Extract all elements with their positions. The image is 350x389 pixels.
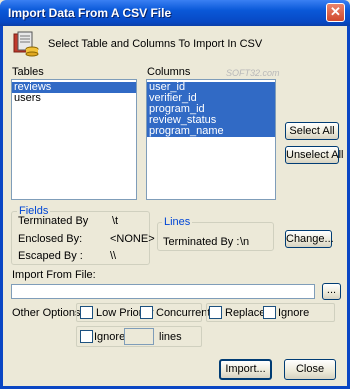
database-import-icon	[12, 31, 40, 57]
window-frame-left	[0, 26, 3, 389]
ignore-label[interactable]: Ignore	[278, 307, 309, 319]
lines-terminated-label: Terminated By :	[163, 236, 240, 248]
ignore-lines-checkbox[interactable]	[80, 330, 93, 343]
low-priority-checkbox[interactable]	[80, 306, 93, 319]
change-button[interactable]: Change...	[285, 230, 334, 248]
column-item[interactable]: program_name	[147, 126, 275, 137]
fields-terminated-value: \t	[112, 215, 119, 227]
ignore-lines-input[interactable]	[124, 328, 154, 345]
fields-enclosed-label: Enclosed By:	[18, 233, 83, 245]
other-options-label: Other Options:	[12, 307, 84, 319]
lines-legend: Lines	[162, 216, 193, 228]
browse-file-button[interactable]: ...	[322, 283, 341, 300]
fields-terminated-label: Terminated By	[18, 215, 89, 227]
instruction-text: Select Table and Columns To Import In CS…	[48, 38, 263, 50]
replace-checkbox[interactable]	[209, 306, 222, 319]
close-window-button[interactable]: ✕	[326, 3, 345, 22]
ignore-lines-suffix: lines	[159, 331, 182, 343]
window-title: Import Data From A CSV File	[8, 6, 172, 20]
watermark-text: SOFT32.com	[226, 68, 280, 78]
columns-label: Columns	[147, 66, 191, 78]
replace-label[interactable]: Replace	[225, 307, 265, 319]
close-button[interactable]: Close	[284, 359, 336, 380]
ignore-checkbox[interactable]	[263, 306, 276, 319]
ignore-lines-label[interactable]: Ignore	[94, 331, 125, 343]
import-button[interactable]: Import...	[219, 359, 272, 380]
fields-escaped-label: Escaped By :	[18, 250, 83, 262]
table-item-users[interactable]: users	[12, 93, 136, 104]
tables-list[interactable]: reviews users	[11, 79, 137, 200]
import-file-input[interactable]	[11, 284, 315, 299]
select-all-button[interactable]: Select All	[285, 122, 339, 140]
concurrent-label[interactable]: Concurrent	[156, 307, 210, 319]
fields-enclosed-value: <NONE>	[110, 233, 155, 245]
lines-terminated-value: \n	[240, 236, 250, 248]
columns-list[interactable]: user_id verifier_id program_id review_st…	[146, 79, 276, 200]
unselect-all-button[interactable]: Unselect All	[285, 146, 343, 164]
tables-label: Tables	[12, 66, 44, 78]
fields-escaped-value: \\	[110, 250, 117, 262]
concurrent-checkbox[interactable]	[140, 306, 153, 319]
import-file-label: Import From File:	[12, 269, 96, 281]
